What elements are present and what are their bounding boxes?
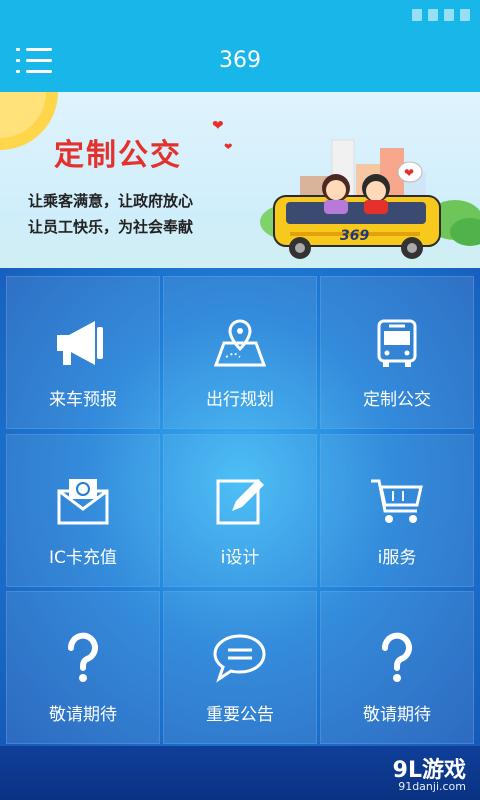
function-grid: 来车预报 出行规划 定制公交 IC卡充值 i设计 i服务 敬请期待 重要公告 敬… [0,268,480,746]
tile-arrival-forecast[interactable]: 来车预报 [6,276,160,429]
promo-banner[interactable]: ❤ ❤ ❤ 定制公交 让乘客满意，让政府放心 让员工快乐，为社会奉献 369 [0,92,480,268]
tile-i-service[interactable]: i服务 [320,434,474,587]
banner-illustration: ❤ ❤ ❤ [0,92,480,259]
question-icon [381,632,412,682]
tile-label: i服务 [377,548,417,568]
tile-i-design[interactable]: i设计 [163,434,317,587]
bottom-bar: 9L游戏 91danji.com [0,746,480,800]
bus-icon [377,319,417,367]
tile-coming-soon-1[interactable]: 敬请期待 [6,591,160,744]
tile-trip-planning[interactable]: 出行规划 [163,276,317,429]
card-mail-icon [57,479,109,525]
svg-text:❤: ❤ [224,142,232,153]
tile-label: 出行规划 [206,390,274,410]
status-icon [444,9,454,21]
svg-text:❤: ❤ [404,166,414,180]
bus-number-label: 369 [340,228,370,244]
cart-icon [371,479,423,523]
tile-label: 敬请期待 [49,705,117,725]
banner-slogan-2: 让员工快乐，为社会奉献 [28,218,194,236]
tile-label: 定制公交 [363,390,431,410]
chat-bubble-icon [213,634,266,683]
svg-text:❤: ❤ [212,118,224,134]
tile-label: 重要公告 [206,705,274,725]
banner-title: 定制公交 [54,138,182,173]
status-icon [412,9,422,21]
tile-label: i设计 [220,548,260,568]
tile-custom-bus[interactable]: 定制公交 [320,276,474,429]
status-icon [428,9,438,21]
app-header: 369 [0,30,480,92]
question-icon [67,632,98,682]
tile-label: 敬请期待 [363,705,431,725]
tile-label: IC卡充值 [49,548,117,568]
status-icon [460,9,470,21]
menu-button[interactable] [16,48,52,74]
map-pin-icon [213,319,267,367]
megaphone-icon [57,321,103,365]
edit-icon [216,479,264,525]
tile-announcements[interactable]: 重要公告 [163,591,317,744]
status-bar [0,0,480,30]
tile-coming-soon-2[interactable]: 敬请期待 [320,591,474,744]
tile-label: 来车预报 [49,390,117,410]
tile-ic-card-topup[interactable]: IC卡充值 [6,434,160,587]
page-title: 369 [219,48,261,73]
status-icons [412,9,470,21]
banner-slogan-1: 让乘客满意，让政府放心 [28,192,194,210]
watermark-url: 91danji.com [398,780,466,793]
